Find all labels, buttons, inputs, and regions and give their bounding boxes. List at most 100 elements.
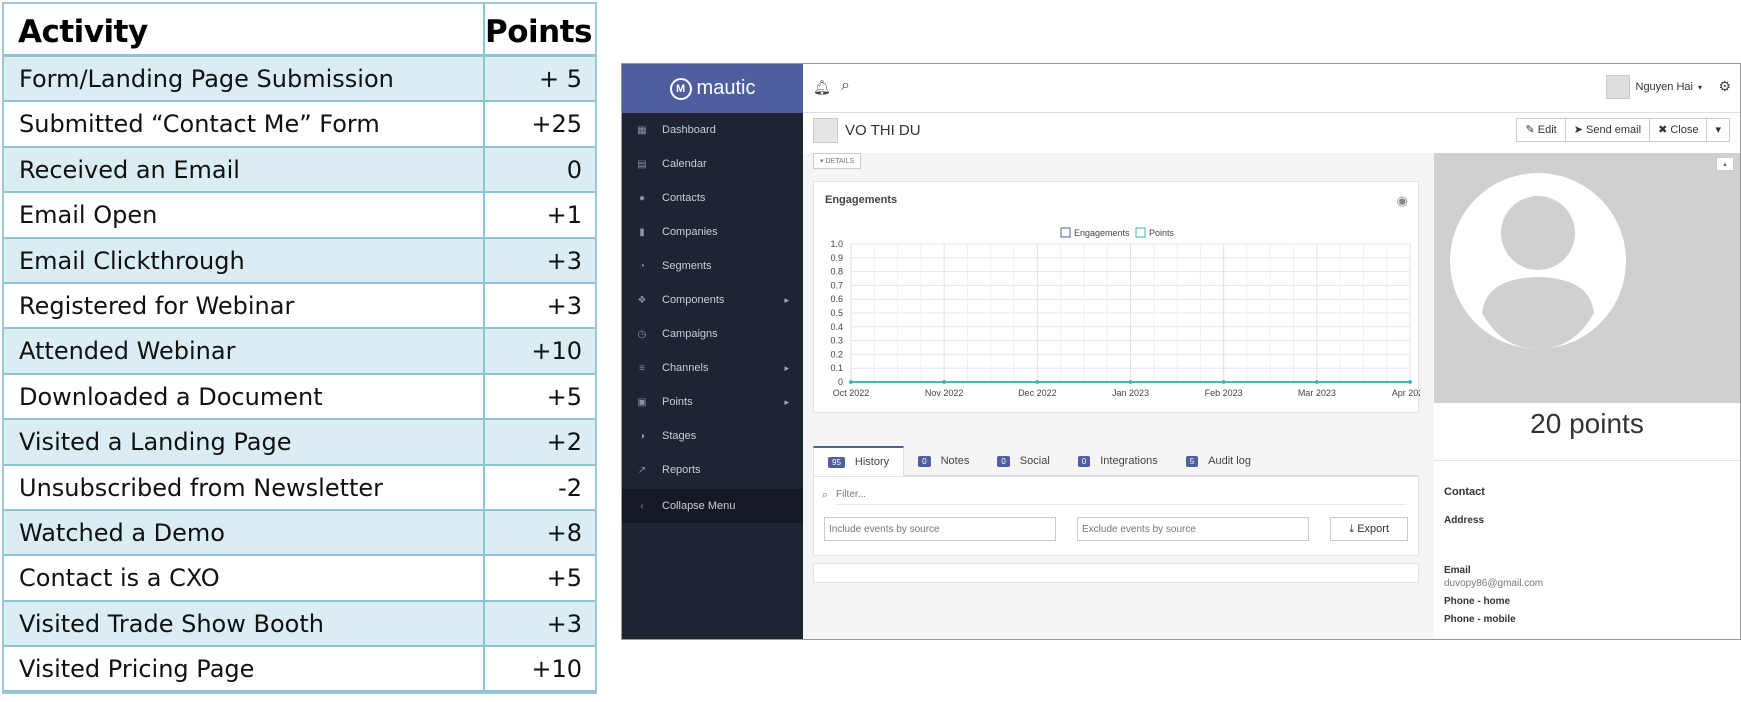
edit-button[interactable]: ✎ Edit [1516, 118, 1566, 142]
points-cell: +10 [483, 647, 595, 691]
contact-name: VO THI DU [845, 122, 921, 139]
tab-label: Audit log [1208, 455, 1251, 467]
include-events-select[interactable] [824, 517, 1056, 541]
close-label: Close [1670, 124, 1699, 136]
engagements-chart: 0 0.1 0.2 0.3 0.4 0.5 0.6 0.7 0.8 0.9 1.0 Oct 2022 N… [830, 227, 1420, 398]
sidebar: M mautic ▦ Dashboard ▤ Calendar ● Contacts ▮ Co… [622, 64, 803, 639]
y-tick-label: 0.3 [830, 336, 843, 346]
engagements-panel: Engagements ◉ 0 0.1 0.2 0.3 0.4 0.5 0.6 0.7 0.8 0… [813, 181, 1420, 413]
close-icon: ✖ [1658, 124, 1671, 136]
legend-label: Points [1149, 228, 1175, 238]
collapse-menu-button[interactable]: ‹ Collapse Menu [622, 489, 803, 523]
activity-cell: Email Open [19, 201, 158, 230]
brand-logo[interactable]: M mautic [622, 64, 803, 113]
points-cell: 0 [483, 147, 595, 192]
export-button[interactable]: ⤓ Export [1330, 517, 1408, 541]
sidebar-item-label: Companies [662, 226, 718, 238]
points-cell: +5 [483, 374, 595, 419]
tab-integrations[interactable]: 0 Integrations [1064, 446, 1172, 476]
tab-audit-log[interactable]: 5 Audit log [1172, 446, 1265, 476]
data-point [1408, 380, 1412, 384]
table-header: Activity Points [4, 4, 595, 57]
user-menu[interactable]: Nguyen Hai ▾ [1605, 75, 1702, 99]
details-toggle[interactable]: ▾ DETAILS [813, 153, 862, 169]
sidebar-nav: ▦ Dashboard ▤ Calendar ● Contacts ▮ Companies ◔ S… [622, 113, 803, 523]
x-tick-label: Mar 2023 [1298, 388, 1336, 398]
email-value[interactable]: duvopy86@gmail.com [1444, 578, 1543, 589]
top-bar: 🔔︎ ⌕ Nguyen Hai ▾ ⚙ [803, 64, 1740, 113]
sidebar-item-dashboard[interactable]: ▦ Dashboard [622, 113, 803, 147]
send-icon: ➤ [1573, 124, 1587, 136]
sidebar-item-companies[interactable]: ▮ Companies [622, 215, 803, 249]
contact-photo: ▴ [1434, 153, 1740, 403]
points-cell: +1 [483, 193, 595, 237]
points-cell: + 5 [483, 57, 595, 101]
x-tick-label: Dec 2022 [1018, 388, 1057, 398]
send-email-button[interactable]: ➤ Send email [1564, 118, 1651, 142]
caret-down-icon: ▾ [1715, 124, 1721, 136]
sidebar-item-segments[interactable]: ◔ Segments [622, 249, 803, 283]
bell-icon[interactable]: 🔔︎ [813, 79, 831, 96]
user-name: Nguyen Hai [1635, 81, 1693, 93]
data-point [1315, 380, 1319, 384]
sidebar-item-contacts[interactable]: ● Contacts [622, 181, 803, 215]
contact-avatar [813, 118, 838, 143]
calculator-icon: ▣ [637, 396, 647, 408]
y-tick-label: 0.5 [830, 308, 843, 318]
tab-social[interactable]: 0 Social [983, 446, 1063, 476]
close-button[interactable]: ✖ Close [1649, 118, 1708, 142]
export-label: Export [1357, 523, 1389, 535]
line-chart-icon: ↗ [637, 464, 647, 476]
caret-down-icon: ▾ [1697, 82, 1702, 92]
sidebar-item-channels[interactable]: ≡ Channels ▸ [622, 351, 803, 385]
sidebar-item-stages[interactable]: ◑ Stages [622, 419, 803, 453]
y-tick-label: 0.2 [830, 349, 843, 359]
y-tick-label: 0.7 [830, 280, 843, 290]
address-label: Address [1444, 515, 1485, 526]
contact-main: ▾ DETAILS Engagements ◉ 0 0.1 0.2 0.3 0.4 0.5… [803, 153, 1427, 639]
y-tick-label: 0.4 [830, 322, 843, 332]
history-filter-panel: ⌕ ⤓ Export [813, 476, 1419, 556]
data-point [942, 380, 946, 384]
x-tick-label: Oct 2022 [833, 388, 870, 398]
activity-cell: Contact is a CXO [19, 564, 220, 593]
download-icon: ⤓ [1349, 523, 1358, 535]
sidebar-item-campaigns[interactable]: ◷ Campaigns [622, 317, 803, 351]
sidebar-item-label: Points [662, 396, 693, 408]
table-row: Registered for Webinar +3 [4, 283, 595, 330]
sidebar-item-label: Campaigns [662, 328, 718, 340]
table-row: Contact is a CXO +5 [4, 556, 595, 602]
points-cell: +2 [483, 420, 595, 464]
collapse-up-button[interactable]: ▴ [1716, 157, 1734, 171]
y-tick-label: 0.1 [830, 363, 843, 373]
x-tick-label: Feb 2023 [1205, 388, 1243, 398]
phone-mobile-label: Phone - mobile [1444, 614, 1516, 625]
contact-sidebar: ▴ 20 points Contact Address Email duvopy… [1434, 153, 1740, 639]
data-point [1128, 380, 1133, 384]
points-total: 20 points [1530, 408, 1644, 439]
gear-icon[interactable]: ⚙ [1718, 78, 1731, 95]
more-actions-button[interactable]: ▾ [1706, 118, 1730, 142]
data-point [1035, 380, 1040, 384]
sidebar-item-label: Reports [662, 464, 701, 476]
points-cell: +5 [483, 556, 595, 600]
sidebar-item-points[interactable]: ▣ Points ▸ [622, 385, 803, 419]
sidebar-item-reports[interactable]: ↗ Reports [622, 453, 803, 487]
tab-count-badge: 0 [997, 455, 1010, 467]
collapse-menu-label: Collapse Menu [662, 500, 736, 512]
tab-count-badge: 5 [1185, 455, 1199, 467]
tab-notes[interactable]: 0 Notes [904, 446, 983, 476]
sidebar-item-calendar[interactable]: ▤ Calendar [622, 147, 803, 181]
tab-history[interactable]: 95 History [813, 446, 905, 476]
phone-home-label: Phone - home [1444, 596, 1511, 607]
exclude-events-select[interactable] [1077, 517, 1309, 541]
table-row: Received an Email 0 [4, 147, 595, 194]
filter-input[interactable] [836, 485, 1406, 505]
sidebar-item-components[interactable]: ❖ Components ▸ [622, 283, 803, 317]
sidebar-item-label: Segments [662, 260, 712, 272]
activity-cell: Unsubscribed from Newsletter [19, 473, 384, 502]
table-row: Visited Pricing Page +10 [4, 647, 595, 693]
y-tick-label: 0.9 [830, 253, 843, 263]
search-icon[interactable]: ⌕ [841, 77, 850, 95]
calendar-icon: ▤ [637, 158, 647, 170]
